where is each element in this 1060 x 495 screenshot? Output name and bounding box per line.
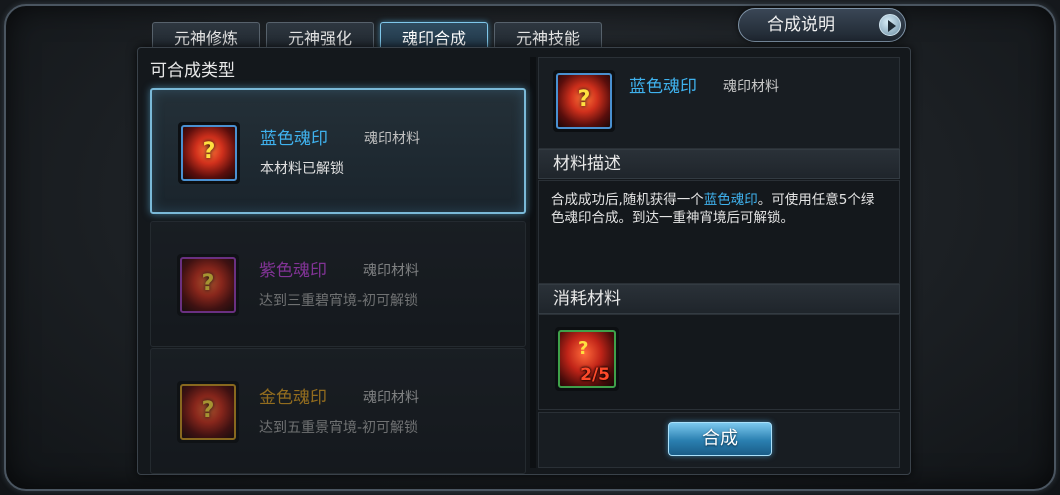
item-slot: ? — [553, 70, 615, 132]
item-name: 紫色魂印 — [259, 261, 327, 281]
item-name: 蓝色魂印 — [260, 129, 328, 149]
list-item-gold-seal[interactable]: ? 金色魂印 魂印材料 达到五重景宵境-初可解锁 — [150, 348, 526, 474]
selected-item-header: ? 蓝色魂印 魂印材料 — [538, 57, 900, 149]
material-description: 合成成功后,随机获得一个蓝色魂印。可使用任意5个绿色魂印合成。到达一重神宵境后可… — [538, 180, 900, 284]
list-item-purple-seal[interactable]: ? 紫色魂印 魂印材料 达到三重碧宵境-初可解锁 — [150, 221, 526, 347]
item-slot: ? — [178, 122, 240, 184]
synthesizable-types-title: 可合成类型 — [150, 61, 235, 81]
arrow-right-icon — [879, 14, 901, 36]
selected-item-name: 蓝色魂印 — [629, 77, 697, 97]
synthesis-help-button[interactable]: 合成说明 — [738, 8, 906, 42]
help-button-label: 合成说明 — [767, 15, 835, 35]
description-highlight: 蓝色魂印 — [703, 192, 758, 208]
material-slot[interactable]: ? 2/5 — [555, 327, 619, 391]
synthesis-type-list: ? 蓝色魂印 魂印材料 本材料已解锁 ? 紫色魂印 魂印材料 达到三重碧宵境-初… — [150, 88, 526, 474]
blue-seal-icon: ? — [181, 125, 237, 181]
item-unlock-status: 达到三重碧宵境-初可解锁 — [259, 293, 419, 309]
description-text: 合成成功后,随机获得一个 — [551, 192, 704, 208]
green-seal-icon: ? 2/5 — [558, 330, 616, 388]
consumed-materials-area: ? 2/5 — [538, 314, 900, 410]
item-slot: ? — [177, 254, 239, 316]
gold-seal-icon: ? — [180, 384, 236, 440]
item-type: 魂印材料 — [363, 390, 419, 406]
list-item-blue-seal[interactable]: ? 蓝色魂印 魂印材料 本材料已解锁 — [150, 88, 526, 214]
combine-button[interactable]: 合成 — [668, 422, 772, 456]
material-count: 2/5 — [580, 365, 610, 385]
consumed-materials-header: 消耗材料 — [538, 284, 900, 314]
item-unlock-status: 达到五重景宵境-初可解锁 — [259, 420, 419, 436]
item-slot: ? — [177, 381, 239, 443]
item-type: 魂印材料 — [364, 131, 420, 147]
item-unlock-status: 本材料已解锁 — [260, 161, 344, 177]
material-description-header: 材料描述 — [538, 149, 900, 179]
blue-seal-icon: ? — [556, 73, 612, 129]
item-type: 魂印材料 — [363, 263, 419, 279]
panel-divider — [530, 57, 536, 468]
selected-item-type: 魂印材料 — [723, 79, 779, 95]
item-name: 金色魂印 — [259, 388, 327, 408]
purple-seal-icon: ? — [180, 257, 236, 313]
